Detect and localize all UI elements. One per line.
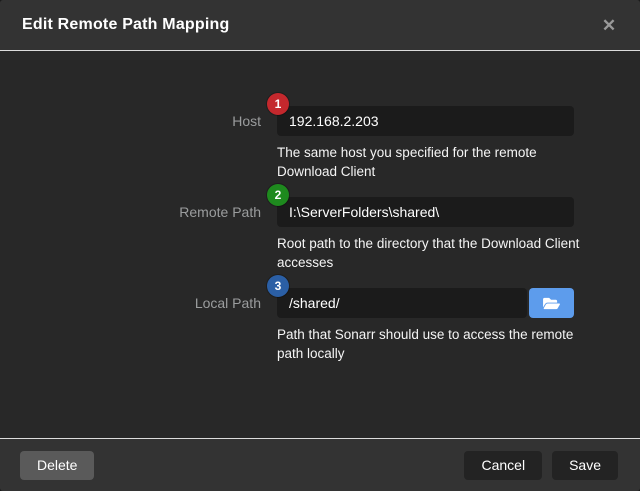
modal-body: Host 1 The same host you specified for t…: [0, 51, 640, 438]
delete-button[interactable]: Delete: [20, 451, 94, 480]
save-button[interactable]: Save: [552, 451, 618, 480]
edit-remote-path-mapping-modal: Edit Remote Path Mapping ✕ Host 1 The sa…: [0, 0, 640, 491]
cancel-button[interactable]: Cancel: [464, 451, 542, 480]
form-row-local-path: Local Path 3 Path that Sonarr should use…: [0, 288, 640, 363]
local-path-control: 3 Path that Sonarr should use to access …: [277, 288, 577, 363]
form-row-host: Host 1 The same host you specified for t…: [0, 106, 640, 181]
host-label: Host: [0, 106, 277, 181]
remote-path-help-text: Root path to the directory that the Down…: [277, 234, 593, 272]
annotation-badge-2: 2: [267, 184, 289, 206]
modal-header: Edit Remote Path Mapping ✕: [0, 0, 640, 51]
local-path-input[interactable]: [277, 288, 527, 318]
host-control: 1 The same host you specified for the re…: [277, 106, 577, 181]
close-icon[interactable]: ✕: [596, 12, 622, 38]
browse-path-button[interactable]: [529, 288, 574, 318]
modal-title: Edit Remote Path Mapping: [22, 16, 229, 34]
remote-path-control: 2 Root path to the directory that the Do…: [277, 197, 577, 272]
annotation-badge-1: 1: [267, 93, 289, 115]
host-help-text: The same host you specified for the remo…: [277, 143, 593, 181]
local-path-label: Local Path: [0, 288, 277, 363]
modal-footer: Delete Cancel Save: [0, 438, 640, 491]
remote-path-label: Remote Path: [0, 197, 277, 272]
local-path-help-text: Path that Sonarr should use to access th…: [277, 325, 593, 363]
folder-open-icon: [543, 296, 560, 311]
host-input[interactable]: [277, 106, 574, 136]
form-row-remote-path: Remote Path 2 Root path to the directory…: [0, 197, 640, 272]
remote-path-input[interactable]: [277, 197, 574, 227]
annotation-badge-3: 3: [267, 275, 289, 297]
